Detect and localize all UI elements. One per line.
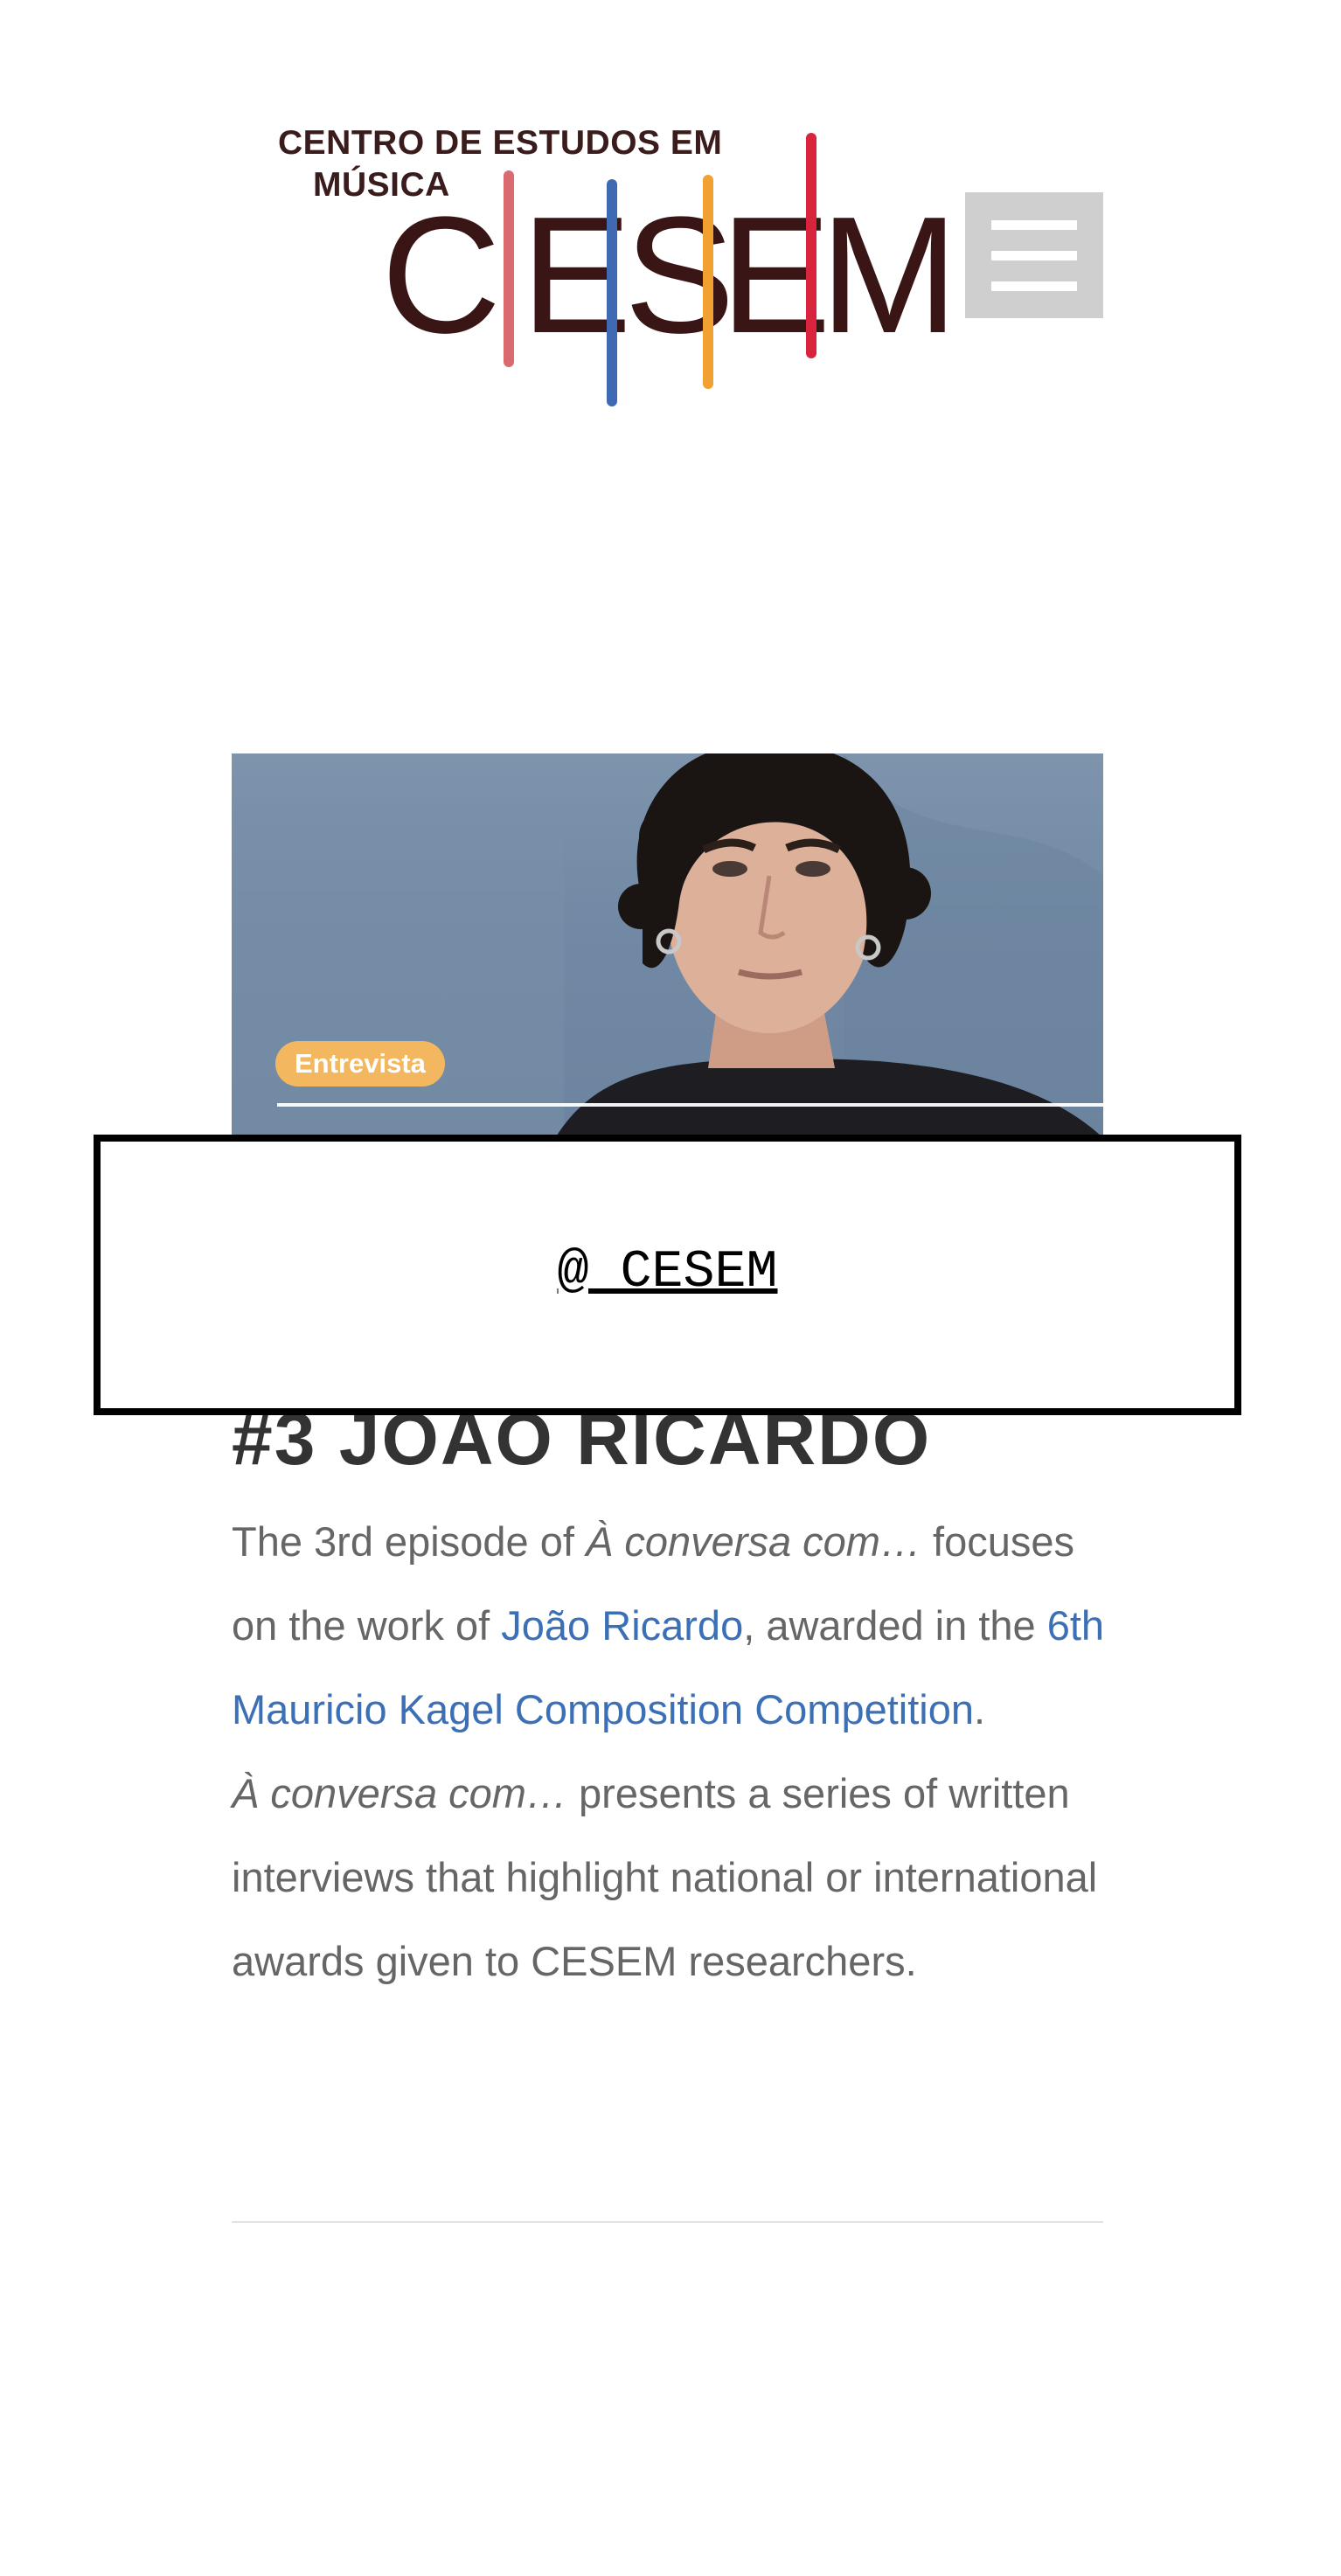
image-divider-line [277, 1103, 1103, 1107]
hamburger-line-2 [991, 251, 1077, 260]
joao-ricardo-link[interactable]: João Ricardo [501, 1602, 743, 1649]
menu-button[interactable] [965, 192, 1103, 318]
logo-bar-orange [703, 175, 713, 389]
article-paragraph-1: The 3rd episode of À conversa com… focus… [232, 1500, 1106, 1752]
cesem-overlay-box: @ CESEM [94, 1135, 1241, 1415]
p1-text-3: , awarded in the [743, 1602, 1047, 1649]
logo-bar-blue [607, 179, 617, 406]
cesem-handle-link[interactable]: @ CESEM [101, 1239, 1234, 1306]
category-badge[interactable]: Entrevista [275, 1041, 445, 1087]
p1-series-name: À conversa com… [586, 1518, 921, 1565]
article-divider [232, 2221, 1103, 2223]
article-featured-image[interactable]: Entrevista [232, 753, 1103, 1138]
logo-letter-c: C [381, 183, 502, 368]
hamburger-line-3 [991, 281, 1077, 291]
logo-letter-s: S [624, 183, 735, 368]
article-body: The 3rd episode of À conversa com… focus… [232, 1500, 1106, 2003]
hamburger-line-1 [991, 220, 1077, 230]
site-header: CENTRO DE ESTUDOS EM MÚSICA C E S E M [0, 0, 1341, 490]
p2-series-name: À conversa com… [232, 1770, 567, 1816]
cesem-logo[interactable]: CENTRO DE ESTUDOS EM MÚSICA C E S E M [278, 122, 958, 406]
logo-wordmark: C E S E M [278, 122, 958, 406]
article-paragraph-2: À conversa com… presents a series of wri… [232, 1752, 1106, 2003]
logo-letter-m: M [820, 183, 959, 368]
p1-text-1: The 3rd episode of [232, 1518, 586, 1565]
p1-text-4: . [974, 1686, 986, 1732]
logo-bar-red [504, 170, 514, 367]
logo-bar-crimson [806, 133, 816, 358]
